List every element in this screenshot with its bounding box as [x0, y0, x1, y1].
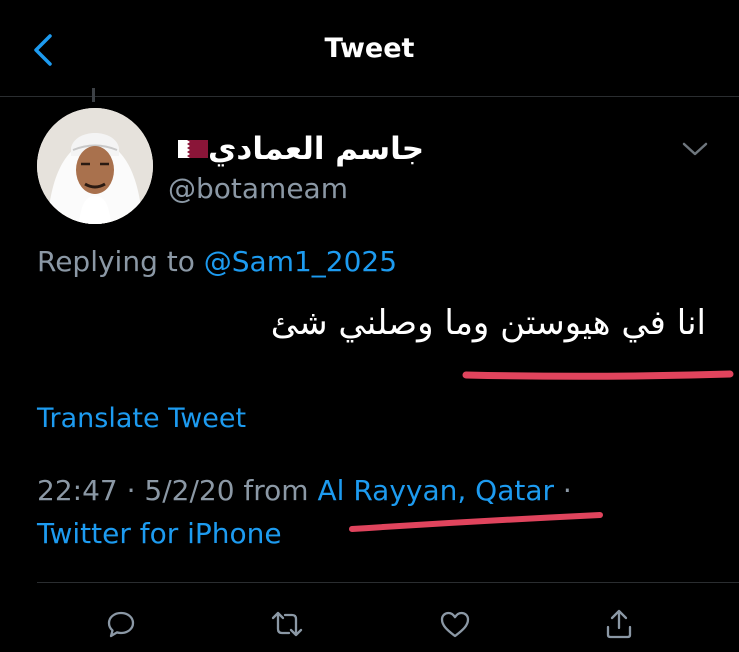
annotation-underline — [349, 512, 603, 532]
share-icon — [606, 609, 632, 639]
replying-to-mention[interactable]: @Sam1_2025 — [204, 245, 397, 278]
location-link[interactable]: Al Rayyan, Qatar — [317, 474, 554, 507]
display-name-row[interactable]: جاسم العمادي — [168, 128, 438, 170]
retweet-icon — [271, 611, 303, 637]
share-button[interactable] — [599, 606, 639, 642]
reply-button[interactable] — [101, 606, 141, 642]
tweet-metadata: 22:47 · 5/2/20 from Al Rayyan, Qatar · — [37, 474, 572, 507]
tweet-text: انا في هيوستن وما وصلني شئ — [270, 303, 706, 343]
qatar-flag-icon — [178, 140, 208, 158]
comment-icon — [107, 611, 135, 638]
source-app-link[interactable]: Twitter for iPhone — [37, 517, 282, 550]
avatar[interactable] — [37, 108, 153, 224]
replying-prefix: Replying to — [37, 245, 195, 278]
like-button[interactable] — [435, 606, 475, 642]
heart-icon — [440, 611, 470, 638]
chevron-down-icon — [682, 142, 708, 156]
page-title: Tweet — [324, 33, 415, 64]
annotation-underline — [462, 370, 734, 380]
display-name: جاسم العمادي — [208, 131, 425, 167]
more-options-button[interactable] — [678, 134, 712, 164]
metadata-separator: · — [562, 474, 572, 507]
replying-to-line: Replying to @Sam1_2025 — [37, 245, 397, 278]
thread-connector-line — [92, 88, 95, 102]
top-navigation-bar: Tweet — [0, 0, 739, 97]
user-handle[interactable]: @botameam — [168, 172, 348, 205]
retweet-button[interactable] — [267, 606, 307, 642]
divider — [37, 582, 739, 583]
avatar-image — [37, 108, 153, 224]
translate-tweet-link[interactable]: Translate Tweet — [37, 403, 246, 434]
timestamp: 22:47 · 5/2/20 from — [37, 474, 309, 507]
